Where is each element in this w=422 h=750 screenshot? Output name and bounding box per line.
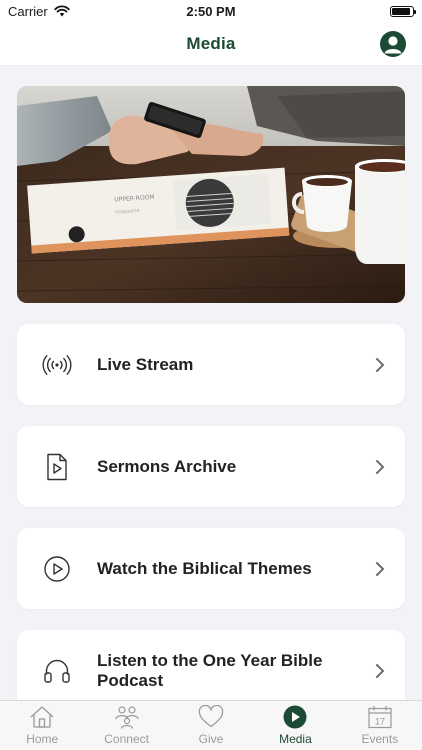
tab-label: Connect [104,732,149,746]
battery-fill [392,7,410,15]
tab-events[interactable]: 17 Events [338,701,422,750]
tab-label: Give [198,732,224,746]
chevron-right-icon [376,561,384,576]
play-circle-icon [44,555,70,582]
status-left: Carrier [8,4,70,19]
heart-icon [198,705,224,728]
status-bar: Carrier 2:50 PM [0,0,422,22]
chevron-right-icon [376,663,384,678]
navigation-bar: Media [0,22,422,66]
menu-card-bible-podcast[interactable]: Listen to the One Year Bible Podcast [17,630,405,700]
menu-card-biblical-themes[interactable]: Watch the Biblical Themes [17,528,405,609]
tab-label: Media [279,732,312,746]
wifi-icon [54,5,70,17]
tab-bar: Home Connect Give Media 17 Events [0,700,422,750]
video-file-icon [47,453,67,480]
battery-icon [390,5,416,17]
menu-card-live-stream[interactable]: Live Stream [17,324,405,405]
calendar-day-text: 17 [375,717,385,727]
person-circle-icon [384,36,402,54]
tab-label: Home [26,732,59,746]
house-icon [30,706,54,728]
menu-card-label: Watch the Biblical Themes [97,558,312,578]
carrier-label: Carrier [8,3,48,19]
profile-button[interactable] [380,31,406,57]
chevron-right-icon [376,459,384,474]
hero-illustration: UPPER·ROOM magazine [17,86,405,303]
headphones-icon [44,659,70,683]
tab-give[interactable]: Give [169,701,253,750]
tab-label: Events [361,732,399,746]
media-content[interactable]: UPPER·ROOM magazine Live Stream Sermons … [0,66,422,700]
menu-card-label: Live Stream [97,354,194,374]
menu-card-label: Listen to the One Year Bible Podcast [97,650,323,690]
hero-image: UPPER·ROOM magazine [17,86,405,303]
page-title: Media [186,33,236,53]
play-circle-filled-icon [283,705,307,729]
tab-connect[interactable]: Connect [84,701,168,750]
menu-card-label: Sermons Archive [97,456,237,476]
broadcast-icon [42,354,72,375]
tab-home[interactable]: Home [0,701,84,750]
calendar-icon: 17 [368,706,392,729]
menu-card-sermons-archive[interactable]: Sermons Archive [17,426,405,507]
tab-media[interactable]: Media [253,701,337,750]
people-icon [115,706,139,729]
chevron-right-icon [376,357,384,372]
